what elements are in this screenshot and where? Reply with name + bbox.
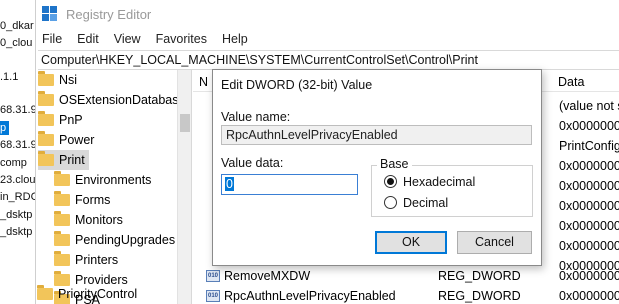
desktop-item[interactable]: 0_dkar [0, 19, 34, 33]
desktop-item[interactable]: _dsktp [0, 208, 32, 222]
tree-item-label: Monitors [75, 213, 123, 227]
tree-item-forms[interactable]: Forms [54, 190, 110, 210]
menu-bar: File Edit View Favorites Help [36, 28, 619, 50]
table-row[interactable]: 010 RpcAuthnLevelPrivacyEnabled REG_DWOR… [193, 286, 619, 304]
value-data: 0x0000000 [559, 269, 619, 283]
column-header-name[interactable]: N [199, 75, 208, 89]
folder-icon [54, 191, 70, 206]
tree-item-label: PendingUpgrades [75, 233, 176, 247]
decimal-radio[interactable] [384, 196, 397, 209]
tree-item-pendingupgrades[interactable]: PendingUpgrades [54, 230, 175, 250]
tree-pane: Nsi OSExtensionDatabase PnP Power Print … [36, 70, 191, 304]
tree-item-label: Printers [75, 253, 119, 267]
column-header-data[interactable]: Data [558, 75, 584, 89]
desktop-item[interactable]: .1.1 [0, 70, 18, 84]
edit-dword-dialog: Edit DWORD (32-bit) Value Value name: Rp… [212, 69, 542, 266]
menu-favorites[interactable]: Favorites [156, 32, 207, 46]
folder-icon [38, 71, 54, 86]
desktop-item[interactable]: in_RDC [0, 190, 35, 204]
desktop-item[interactable]: 68.31.9 [0, 138, 35, 152]
decimal-label[interactable]: Decimal [403, 196, 448, 210]
cancel-button[interactable]: Cancel [457, 231, 532, 254]
desktop-item[interactable]: 23.clou [0, 173, 35, 187]
registry-editor-icon [42, 6, 58, 22]
desktop-item[interactable]: comp [0, 156, 27, 170]
value-name-field[interactable]: RpcAuthnLevelPrivacyEnabled [221, 125, 532, 145]
value-data-label: Value data: [221, 156, 284, 170]
folder-icon [54, 231, 70, 246]
folder-icon [54, 211, 70, 226]
tree-item-label: PnP [59, 113, 83, 127]
tree-item-label: Power [59, 133, 95, 147]
tree-item-osextensiondatabase[interactable]: OSExtensionDatabase [38, 90, 185, 110]
desktop-item[interactable]: 0_clou [0, 36, 32, 50]
address-bar[interactable]: Computer\HKEY_LOCAL_MACHINE\SYSTEM\Curre… [38, 50, 619, 70]
folder-open-icon [38, 151, 54, 166]
desktop-item-selected[interactable]: p [0, 121, 10, 135]
tree-scrollbar[interactable] [177, 70, 191, 304]
reg-dword-icon: 010 [206, 270, 220, 282]
menu-view[interactable]: View [114, 32, 141, 46]
value-name: RemoveMXDW [224, 269, 311, 283]
tree-item-label: OSExtensionDatabase [59, 93, 186, 107]
table-row[interactable]: 010 RemoveMXDW REG_DWORD 0x0000000 [193, 266, 619, 286]
tree-item-label: Environments [75, 173, 152, 187]
value-data: 0x0000000 [559, 289, 619, 303]
value-name-label: Value name: [221, 110, 291, 124]
tree-scrollbar-thumb[interactable] [180, 114, 190, 132]
menu-edit[interactable]: Edit [77, 32, 99, 46]
folder-icon [37, 285, 53, 300]
menu-file[interactable]: File [42, 32, 62, 46]
tree-item-power[interactable]: Power [38, 130, 94, 150]
value-type: REG_DWORD [438, 289, 521, 303]
value-name: RpcAuthnLevelPrivacyEnabled [224, 289, 396, 303]
desktop-strip: 0_dkar 0_clou .1.1 68.31.9 p 68.31.9 com… [0, 0, 35, 304]
desktop-item[interactable]: 68.31.9 [0, 103, 35, 117]
folder-icon [54, 171, 70, 186]
reg-dword-icon: 010 [206, 290, 220, 302]
folder-icon [54, 251, 70, 266]
folder-icon [38, 91, 54, 106]
window-title: Registry Editor [66, 6, 152, 22]
tree-item-printers[interactable]: Printers [54, 250, 118, 270]
tree-item-label: PriorityControl [58, 287, 138, 301]
hexadecimal-label[interactable]: Hexadecimal [403, 175, 475, 189]
tree-item-nsi[interactable]: Nsi [38, 70, 77, 90]
tree-item-label: Print [59, 153, 85, 167]
tree-item-monitors[interactable]: Monitors [54, 210, 123, 230]
tree-item-label: Nsi [59, 73, 78, 87]
folder-icon [38, 111, 54, 126]
ok-button[interactable]: OK [375, 231, 447, 254]
value-data-text: 0 [225, 177, 234, 191]
value-type: REG_DWORD [438, 269, 521, 283]
tree-item-prioritycontrol[interactable]: PriorityControl [37, 284, 137, 304]
desktop-item[interactable]: _dsktp [0, 225, 32, 239]
base-group [371, 165, 533, 217]
title-bar[interactable]: Registry Editor [36, 0, 619, 28]
tree-item-environments[interactable]: Environments [54, 170, 151, 190]
dialog-title: Edit DWORD (32-bit) Value [221, 78, 373, 92]
folder-icon [38, 131, 54, 146]
address-path[interactable]: Computer\HKEY_LOCAL_MACHINE\SYSTEM\Curre… [41, 53, 478, 67]
tree-item-print[interactable]: Print [38, 150, 89, 170]
base-label: Base [377, 157, 412, 171]
value-data-input[interactable]: 0 [221, 174, 358, 195]
menu-help[interactable]: Help [222, 32, 248, 46]
tree-item-pnp[interactable]: PnP [38, 110, 83, 130]
hexadecimal-radio[interactable] [384, 175, 397, 188]
pane-splitter[interactable] [191, 70, 192, 304]
tree-item-label: Forms [75, 193, 111, 207]
